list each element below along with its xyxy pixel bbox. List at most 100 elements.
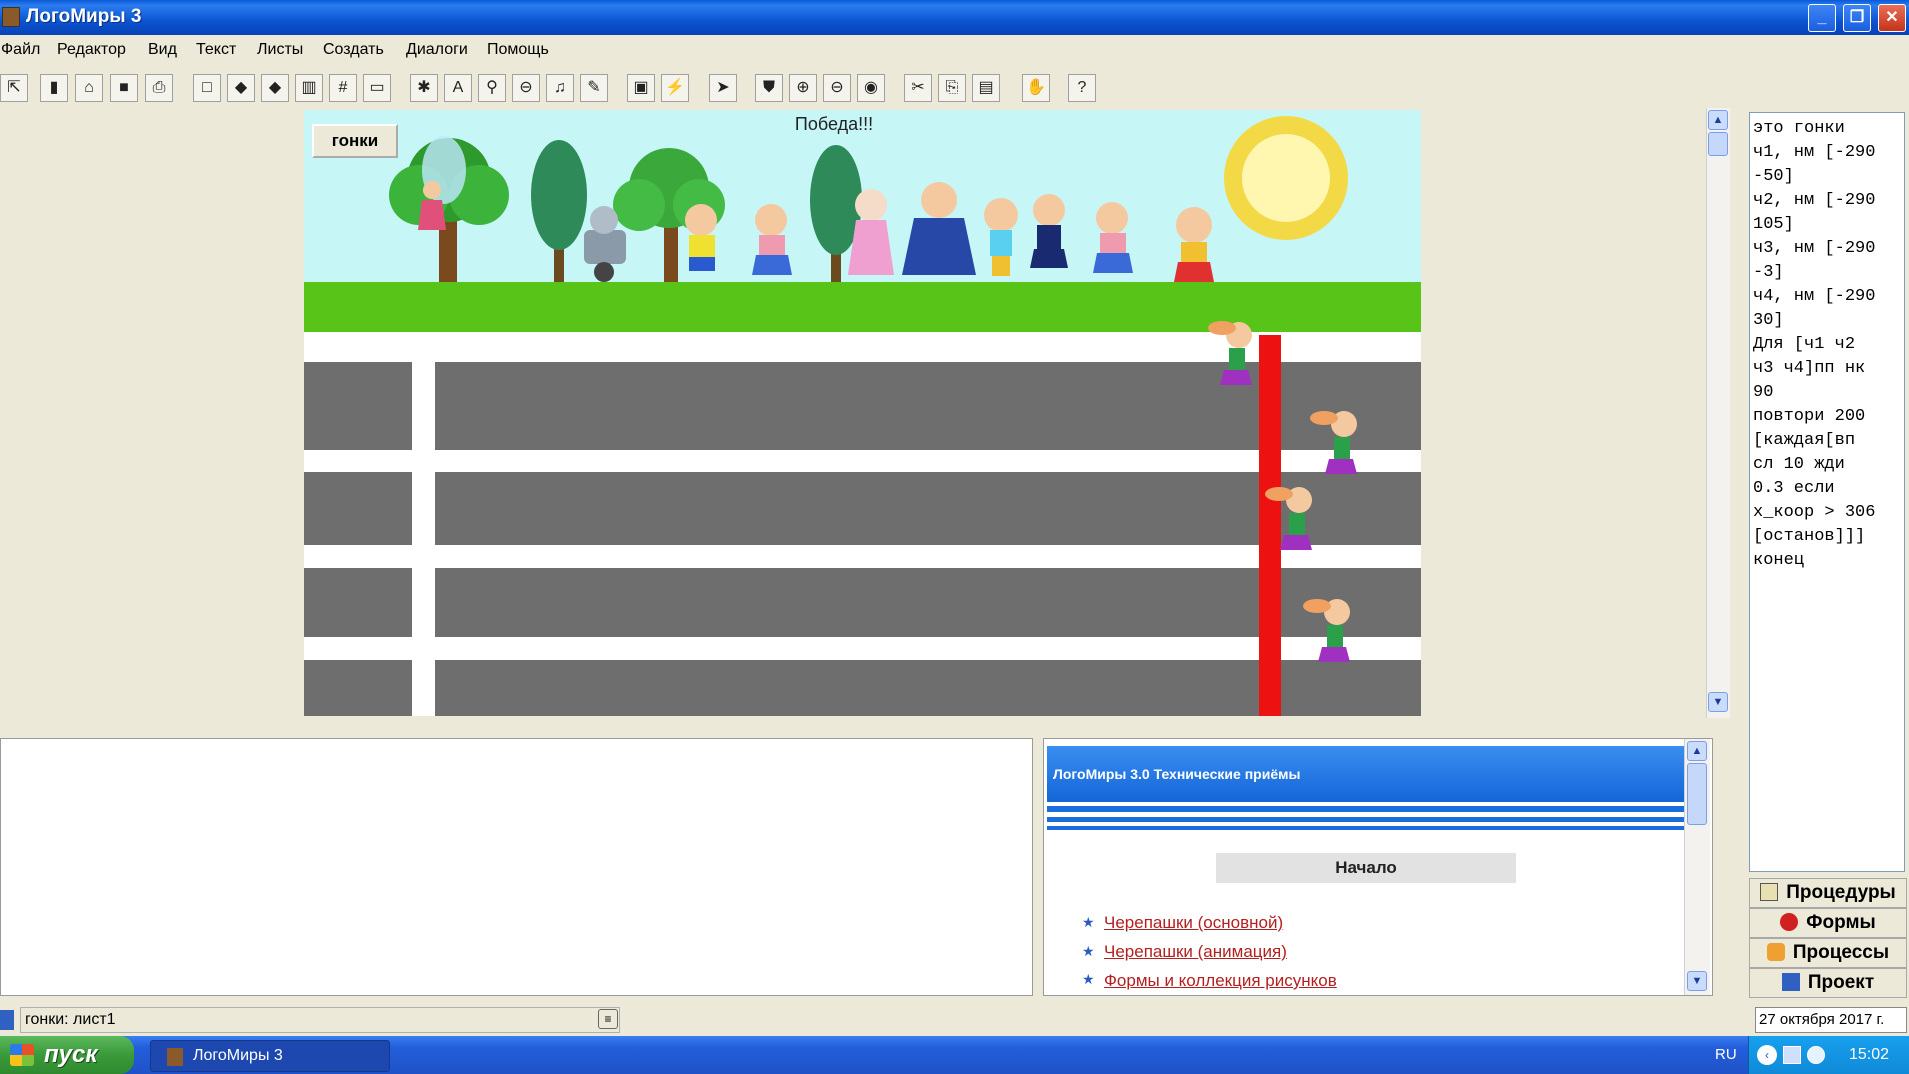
code-line: повтори 200: [1753, 407, 1866, 426]
print-icon[interactable]: ⎙: [145, 74, 173, 102]
page-icon: [0, 1010, 14, 1030]
code-line: x_коор > 306: [1753, 503, 1876, 522]
runner-turtle-4[interactable]: [1303, 599, 1350, 662]
victory-text: Победа!!!: [794, 114, 874, 134]
note-icon[interactable]: ≡: [598, 1009, 618, 1029]
textbox-icon[interactable]: A: [444, 74, 472, 102]
lightning-icon[interactable]: ⚡: [661, 74, 689, 102]
menu-file[interactable]: Файл: [1, 41, 40, 59]
button-tool-icon[interactable]: ⚲: [478, 74, 506, 102]
code-line: ч3, нм [-290: [1753, 239, 1876, 258]
stamp-tool-icon[interactable]: ⛊: [755, 74, 783, 102]
minimize-button[interactable]: _: [1808, 4, 1836, 32]
star-icon: ★: [1082, 914, 1095, 930]
gonki-button[interactable]: гонки: [312, 124, 398, 158]
runner-turtle-1[interactable]: [1208, 321, 1252, 385]
save-icon[interactable]: ■: [110, 74, 138, 102]
stop-icon[interactable]: ✋: [1022, 74, 1050, 102]
command-center[interactable]: [0, 738, 1033, 996]
copy-icon[interactable]: ⎘: [938, 74, 966, 102]
procedures-editor[interactable]: это гонки ч1, нм [-290 -50] ч2, нм [-290 105…: [1749, 112, 1905, 872]
help-link-shapes[interactable]: Формы и коллекция рисунков: [1104, 971, 1337, 991]
window-title: ЛогоМиры 3: [26, 6, 142, 27]
tab-project-label: Проект: [1807, 972, 1875, 993]
runners: [1208, 321, 1357, 662]
next-page-icon[interactable]: ◆: [261, 74, 289, 102]
stage[interactable]: Победа!!! гонки: [304, 110, 1421, 716]
help-scroll-down-icon[interactable]: ▼: [1687, 971, 1707, 991]
menu-dialogs[interactable]: Диалоги: [406, 41, 468, 59]
volume-icon[interactable]: [1807, 1046, 1825, 1064]
menu-editor[interactable]: Редактор: [57, 41, 126, 59]
menu-bar: Файл Редактор Вид Текст Листы Создать Ди…: [0, 38, 1909, 64]
menu-help[interactable]: Помощь: [487, 41, 549, 59]
scroll-thumb[interactable]: [1708, 132, 1728, 156]
star-icon: ★: [1082, 943, 1095, 959]
help-start-heading[interactable]: Начало: [1216, 853, 1516, 883]
network-icon[interactable]: [1783, 1046, 1801, 1064]
runner-icon: [1766, 943, 1785, 961]
turtle-icon[interactable]: ✱: [410, 74, 438, 102]
tab-procedures[interactable]: Процедуры: [1749, 878, 1907, 908]
zoom-in-icon[interactable]: ⊕: [789, 74, 817, 102]
scroll-down-icon[interactable]: ▼: [1708, 692, 1728, 712]
code-line: 30]: [1753, 311, 1784, 330]
cut-icon[interactable]: ✂: [904, 74, 932, 102]
zoom-out-icon[interactable]: ⊖: [823, 74, 851, 102]
help-scroll-thumb[interactable]: [1687, 763, 1707, 825]
code-line: ч1, нм [-290: [1753, 143, 1876, 162]
eye-icon[interactable]: ◉: [857, 74, 885, 102]
project-tab-icon: [1781, 973, 1800, 991]
tray-arrow-icon[interactable]: ‹: [1757, 1045, 1777, 1065]
tab-project[interactable]: Проект: [1749, 968, 1907, 998]
restore-button[interactable]: ❐: [1843, 4, 1871, 32]
tab-procedures-label: Процедуры: [1786, 882, 1896, 903]
help-link-turtles-animation[interactable]: Черепашки (анимация): [1104, 942, 1287, 962]
tab-shapes-label: Формы: [1806, 912, 1876, 933]
app-icon[interactable]: [2, 7, 20, 27]
runner-turtle-2[interactable]: [1310, 411, 1357, 474]
open-folder-icon[interactable]: ⌂: [75, 74, 103, 102]
menu-text[interactable]: Текст: [196, 41, 236, 59]
new-page-icon[interactable]: □: [193, 74, 221, 102]
taskbar-item-label: ЛогоМиры 3: [193, 1047, 283, 1064]
help-scrollbar[interactable]: ▲ ▼: [1684, 739, 1710, 995]
frame-icon[interactable]: ▭: [363, 74, 391, 102]
split-page-icon[interactable]: ▥: [295, 74, 323, 102]
code-line: -3]: [1753, 263, 1784, 282]
start-button[interactable]: пуск: [0, 1036, 134, 1074]
slider-icon[interactable]: ⊖: [512, 74, 540, 102]
arrow-cursor-icon[interactable]: ➤: [709, 74, 737, 102]
clock: 15:02: [1849, 1046, 1890, 1063]
help-panel: ЛогоМиры 3.0 Технические приёмы Начало ★…: [1043, 738, 1713, 996]
taskbar-item-logomiry[interactable]: ЛогоМиры 3: [150, 1040, 390, 1072]
status-date: 27 октября 2017 г.: [1755, 1007, 1907, 1033]
scroll-up-icon[interactable]: ▲: [1708, 110, 1728, 130]
paint-icon[interactable]: ✎: [580, 74, 608, 102]
help-link-turtles-basic[interactable]: Черепашки (основной): [1104, 913, 1283, 933]
music-icon[interactable]: ♫: [546, 74, 574, 102]
paste-icon[interactable]: ▤: [972, 74, 1000, 102]
grid-icon[interactable]: #: [329, 74, 357, 102]
app-taskbar-icon: [167, 1048, 183, 1066]
start-label: пуск: [44, 1041, 98, 1068]
menu-create[interactable]: Создать: [323, 41, 384, 59]
menu-pages[interactable]: Листы: [257, 41, 303, 59]
stage-scrollbar[interactable]: ▲ ▼: [1706, 108, 1730, 718]
tab-shapes[interactable]: Формы: [1749, 908, 1907, 938]
menu-view[interactable]: Вид: [148, 41, 177, 59]
tab-processes[interactable]: Процессы: [1749, 938, 1907, 968]
close-button[interactable]: ✕: [1878, 4, 1906, 32]
pointer-icon[interactable]: ⇱: [0, 74, 28, 102]
code-line: 105]: [1753, 215, 1794, 234]
runner-turtle-3[interactable]: [1265, 487, 1312, 550]
code-line: [каждая[вп: [1753, 431, 1856, 450]
help-icon[interactable]: ?: [1068, 74, 1096, 102]
status-bar: гонки: лист1 ≡ 27 октября 2017 г.: [0, 1006, 1909, 1034]
prev-page-icon[interactable]: ◆: [227, 74, 255, 102]
code-line: [останов]]]: [1753, 527, 1866, 546]
language-indicator[interactable]: RU: [1715, 1046, 1737, 1063]
project-icon[interactable]: ▮: [40, 74, 68, 102]
stamp-icon[interactable]: ▣: [627, 74, 655, 102]
help-scroll-up-icon[interactable]: ▲: [1687, 741, 1707, 761]
